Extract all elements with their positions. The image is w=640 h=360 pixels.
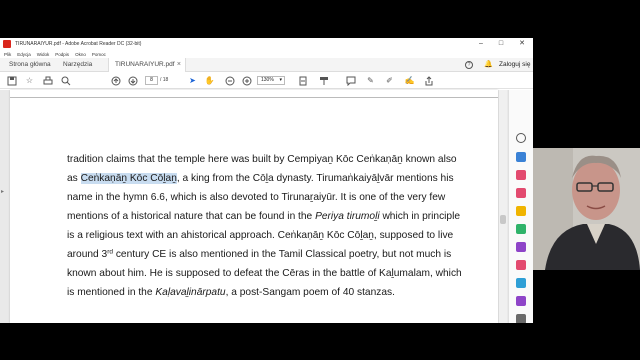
chevron-down-icon: ▾ [279,77,282,83]
webcam-person-image [533,148,640,270]
menu-help[interactable]: Pomoc [92,52,106,57]
zoom-select[interactable]: 130% ▾ [257,76,285,85]
text-line: around 3rd century CE is also mentioned … [67,248,452,260]
sign-icon[interactable]: ✍ [404,75,415,86]
page-up-icon[interactable] [110,75,121,86]
minimize-button[interactable]: – [471,38,491,50]
export-pdf-icon[interactable] [516,170,526,180]
search-icon[interactable] [60,75,71,86]
maximize-button[interactable]: □ [491,38,511,50]
menu-file[interactable]: Plik [4,52,11,57]
fill-sign-icon[interactable] [516,242,526,252]
bell-icon[interactable]: 🔔 [484,61,493,69]
text-line: name in the hymn 6.6, which is also devo… [67,192,446,203]
menu-view[interactable]: Widok [37,52,50,57]
expand-left-panel-icon[interactable]: ▸ [1,188,4,195]
text-line: as Ceṅkaṇāṉ Kōc Cōḻaṉ, a king from the C… [67,173,454,184]
zoom-out-icon[interactable] [224,75,235,86]
text-line: known about him. He is supposed to defea… [67,268,462,279]
highlight-pen-icon[interactable]: ✐ [384,75,395,86]
tab-document[interactable]: TIRUNARAIYUR.pdf × [108,58,186,72]
create-pdf-icon[interactable] [516,188,526,198]
page-total: / 18 [160,77,169,83]
menu-edit[interactable]: Edycja [17,52,31,57]
text-line: is a religious text with an ahistorical … [67,230,454,241]
print-icon[interactable] [42,75,53,86]
login-link[interactable]: Zaloguj się [499,58,530,72]
acrobat-app-icon [3,40,11,48]
menu-sign[interactable]: Podpis [55,52,69,57]
screen: TIRUNARAIYUR.pdf - Adobe Acrobat Reader … [0,0,640,360]
help-icon[interactable]: ? [465,61,473,69]
star-icon[interactable]: ☆ [24,75,35,86]
tab-home[interactable]: Strona główna [9,58,51,72]
zoom-tool-icon[interactable] [516,133,526,143]
acrobat-window: TIRUNARAIYUR.pdf - Adobe Acrobat Reader … [0,38,533,323]
more-tools-icon[interactable] [516,296,526,306]
text-line: is mentioned in the Kaḷavaḻinārpatu, a p… [67,287,395,298]
combine-files-icon[interactable] [516,224,526,234]
scroll-mode-icon[interactable] [318,75,329,86]
organize-pages-icon[interactable] [516,278,526,288]
page-number-input[interactable]: 8 [145,76,158,85]
pen-icon[interactable]: ✎ [365,75,376,86]
protect-icon[interactable] [516,260,526,270]
scrollbar-thumb[interactable] [500,215,506,224]
tab-close-icon[interactable]: × [177,58,181,72]
text-selection: Ceṅkaṇāṉ Kōc Cōḻaṉ [80,173,177,184]
tab-tools[interactable]: Narzędzia [63,58,92,72]
hand-tool-icon[interactable]: ✋ [204,75,215,86]
tab-document-label: TIRUNARAIYUR.pdf [115,61,175,68]
fit-page-icon[interactable] [297,75,308,86]
menu-window[interactable]: Okno [75,52,86,57]
webcam-video [533,148,640,270]
save-icon[interactable] [6,75,17,86]
zoom-in-icon[interactable] [241,75,252,86]
text-line: tradition claims that the temple here wa… [67,154,457,165]
zoom-value: 130% [261,77,274,83]
right-tools-pane [508,90,533,323]
tools-collapse-icon[interactable] [516,314,526,323]
comment-icon[interactable] [345,75,356,86]
page-down-icon[interactable] [127,75,138,86]
tab-bar: Strona główna Narzędzia TIRUNARAIYUR.pdf… [0,58,533,72]
vertical-scrollbar[interactable] [499,90,507,323]
title-bar: TIRUNARAIYUR.pdf - Adobe Acrobat Reader … [0,38,533,50]
page-separator [10,97,498,98]
window-title: TIRUNARAIYUR.pdf - Adobe Acrobat Reader … [15,41,142,47]
edit-pdf-icon[interactable] [516,152,526,162]
menu-bar: Plik Edycja Widok Podpis Okno Pomoc [0,50,533,58]
select-cursor-icon[interactable]: ➤ [187,75,198,86]
comment-tool-icon[interactable] [516,206,526,216]
text-line: mentions of a historical nature that can… [67,211,461,222]
toolbar: ☆ 8 / 18 ➤ ✋ 130% ▾ ✎ ✐ ✍ [0,72,533,89]
share-icon[interactable] [423,75,434,86]
close-window-button[interactable]: ✕ [512,38,532,50]
